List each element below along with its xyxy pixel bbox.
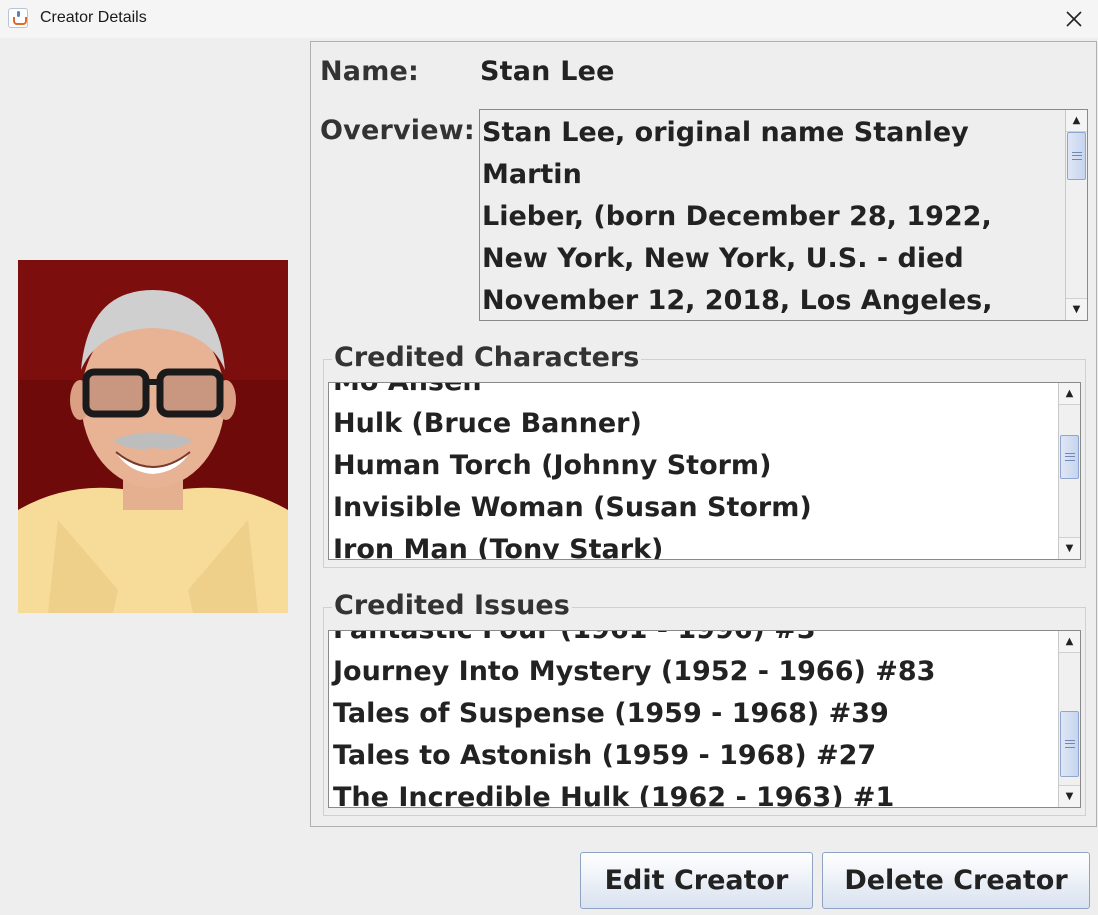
creator-name: Stan Lee — [480, 56, 615, 87]
scroll-up-arrow-icon[interactable]: ▲ — [1059, 383, 1080, 405]
list-item[interactable]: Tales of Suspense (1959 - 1968) #39 — [333, 693, 1053, 735]
credited-characters-title: Credited Characters — [332, 342, 642, 373]
window-title: Creator Details — [40, 9, 147, 26]
close-button[interactable] — [1050, 0, 1098, 38]
overview-label: Overview: — [320, 115, 475, 146]
name-label: Name: — [320, 56, 420, 87]
list-item[interactable]: Invisible Woman (Susan Storm) — [333, 487, 1053, 529]
scroll-thumb[interactable] — [1060, 435, 1079, 479]
list-item[interactable]: The Incredible Hulk (1962 - 1963) #1 — [333, 777, 1053, 807]
scroll-down-arrow-icon[interactable]: ▼ — [1059, 785, 1080, 807]
list-item[interactable]: Hulk (Bruce Banner) — [333, 403, 1053, 445]
list-item[interactable]: Tales to Astonish (1959 - 1968) #27 — [333, 735, 1053, 777]
scroll-up-arrow-icon[interactable]: ▲ — [1066, 110, 1087, 132]
list-item[interactable]: Mo Ansen — [333, 383, 1053, 403]
credited-issues-group: Credited Issues Fantastic Four (1961 - 1… — [323, 590, 1086, 816]
credited-characters-group: Credited Characters Mo Ansen Hulk (Bruce… — [323, 342, 1086, 568]
overview-textarea[interactable]: Stan Lee, original name Stanley Martin L… — [479, 109, 1088, 321]
details-panel: Name: Stan Lee Overview: Stan Lee, origi… — [310, 41, 1097, 827]
list-item[interactable]: Iron Man (Tony Stark) — [333, 529, 1053, 559]
close-icon — [1066, 11, 1082, 27]
scroll-down-arrow-icon[interactable]: ▼ — [1066, 298, 1087, 320]
list-item[interactable]: Human Torch (Johnny Storm) — [333, 445, 1053, 487]
edit-creator-button[interactable]: Edit Creator — [580, 852, 813, 909]
delete-creator-button[interactable]: Delete Creator — [822, 852, 1090, 909]
list-item[interactable]: Fantastic Four (1961 - 1996) #3 — [333, 631, 1053, 651]
credited-issues-title: Credited Issues — [332, 590, 572, 621]
scroll-thumb[interactable] — [1067, 132, 1086, 180]
overview-text: Stan Lee, original name Stanley Martin L… — [482, 117, 993, 316]
scroll-thumb[interactable] — [1060, 711, 1079, 777]
scroll-up-arrow-icon[interactable]: ▲ — [1059, 631, 1080, 653]
characters-scrollbar[interactable]: ▲ ▼ — [1058, 383, 1080, 559]
issues-list[interactable]: Fantastic Four (1961 - 1996) #3 Journey … — [328, 630, 1081, 808]
scroll-down-arrow-icon[interactable]: ▼ — [1059, 537, 1080, 559]
java-cup-icon — [8, 8, 28, 28]
list-item[interactable]: Journey Into Mystery (1952 - 1966) #83 — [333, 651, 1053, 693]
characters-list[interactable]: Mo Ansen Hulk (Bruce Banner) Human Torch… — [328, 382, 1081, 560]
overview-scrollbar[interactable]: ▲ ▼ — [1065, 110, 1087, 320]
issues-scrollbar[interactable]: ▲ ▼ — [1058, 631, 1080, 807]
title-bar: Creator Details — [0, 0, 1098, 38]
creator-photo — [18, 260, 288, 613]
